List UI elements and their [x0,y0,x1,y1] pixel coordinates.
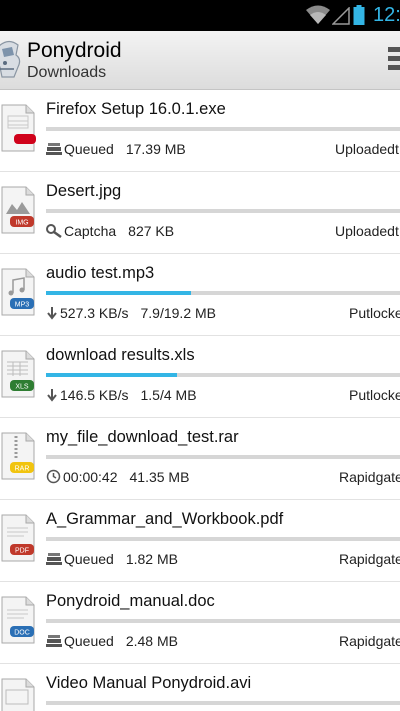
download-item[interactable]: PDF A_Grammar_and_Workbook.pdf Queued 1.8… [0,500,400,582]
exe-file-icon [1,104,36,152]
downloads-list: Firefox Setup 16.0.1.exe Queued 17.39 MB … [0,90,400,711]
time-remaining-text: 00:00:42 [63,469,118,485]
host-name: Putlocke [349,305,400,321]
audio-file-icon: MP3 [1,268,35,316]
size-text: 1.5/4 MB [140,387,197,403]
status-text: Queued [64,551,114,567]
speed-text: 527.3 KB/s [60,305,129,321]
document-file-icon: DOC [1,596,35,644]
app-title: Ponydroid [27,39,122,62]
host-name: Rapidgate [339,551,400,567]
svg-text:RAR: RAR [15,466,30,473]
signal-icon [332,7,350,25]
status-text: Queued [64,141,114,157]
svg-text:MP3: MP3 [15,302,30,309]
clock-time: 12: [373,4,400,26]
download-item[interactable]: RAR my_file_download_test.rar 00:00:42 41… [0,418,400,500]
file-name: Desert.jpg [46,182,122,200]
size-text: 1.82 MB [125,551,178,567]
file-name: audio test.mp3 [46,264,155,282]
progress-bar [46,209,400,213]
host-name: Uploadedt [335,223,399,239]
queue-icon [46,553,62,565]
speed-text: 146.5 KB/s [60,387,129,403]
status-text: Captcha [64,223,117,239]
download-item[interactable]: XLS download results.xls 146.5 KB/s 1.5/4… [0,336,400,418]
progress-bar [46,127,400,131]
image-file-icon: IMG [1,186,35,234]
size-text: 41.35 MB [129,469,190,485]
host-name: Putlocke [349,387,400,403]
progress-bar [46,373,400,377]
svg-text:PDF: PDF [15,548,29,555]
archive-file-icon: RAR [1,432,35,480]
host-name: Rapidgate [339,469,400,485]
action-bar: Ponydroid Downloads [0,31,400,90]
download-arrow-icon [47,389,57,402]
download-item[interactable]: DOC Ponydroid_manual.doc Queued 2.48 MB R… [0,582,400,664]
host-name: Uploadedt [335,141,399,157]
file-name: Ponydroid_manual.doc [46,592,215,610]
file-name: A_Grammar_and_Workbook.pdf [46,510,284,528]
download-item[interactable]: IMG Desert.jpg Captcha 827 KB Uploadedt [0,172,400,254]
progress-bar [46,291,400,295]
download-arrow-icon [47,307,57,320]
screen-subtitle: Downloads [27,64,107,81]
size-text: 2.48 MB [125,633,178,649]
progress-bar [46,619,400,623]
file-name: Video Manual Ponydroid.avi [46,674,252,692]
file-name: my_file_download_test.rar [46,428,239,446]
video-file-icon [1,678,35,711]
queue-icon [46,143,62,155]
app-logo-icon[interactable] [0,39,22,79]
status-text: Queued [64,633,114,649]
progress-bar [46,701,400,705]
size-text: 827 KB [128,223,175,239]
wifi-icon [306,5,330,24]
captcha-icon [46,224,62,238]
file-name: Firefox Setup 16.0.1.exe [46,100,226,118]
pdf-file-icon: PDF [1,514,35,562]
host-name: Rapidgate [339,633,400,649]
status-bar: 12: [0,0,400,31]
queue-icon [46,635,62,647]
file-name: download results.xls [46,346,195,364]
size-text: 7.9/19.2 MB [140,305,217,321]
download-item[interactable]: Firefox Setup 16.0.1.exe Queued 17.39 MB … [0,90,400,172]
download-item[interactable]: MP3 audio test.mp3 527.3 KB/s 7.9/19.2 MB… [0,254,400,336]
progress-bar [46,455,400,459]
svg-text:XLS: XLS [15,384,29,391]
battery-icon [353,5,365,25]
svg-text:IMG: IMG [15,220,28,227]
overflow-menu-button[interactable] [388,47,400,75]
progress-bar [46,537,400,541]
clock-icon [46,469,61,484]
download-item[interactable]: Video Manual Ponydroid.avi [0,664,400,711]
spreadsheet-file-icon: XLS [1,350,35,398]
size-text: 17.39 MB [125,141,186,157]
svg-text:DOC: DOC [14,630,30,637]
